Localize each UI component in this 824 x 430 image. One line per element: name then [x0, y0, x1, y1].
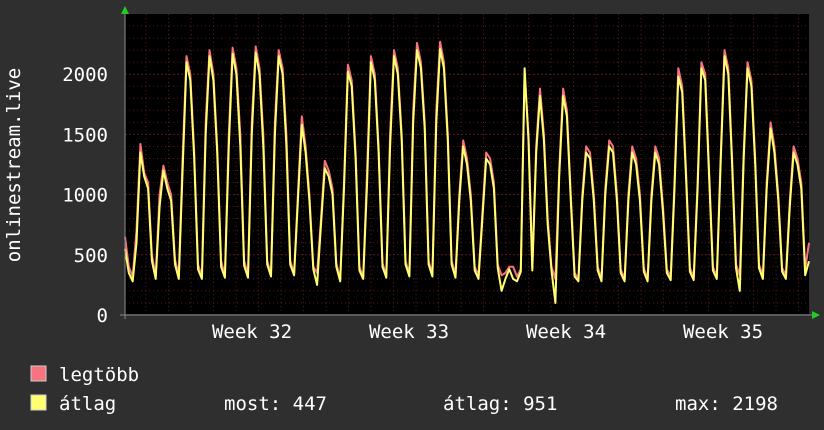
x-tick-label: Week 32 [212, 321, 292, 343]
x-tick-label: Week 35 [683, 321, 763, 343]
y-tick-label: 500 [74, 245, 108, 267]
chart-svg: 0500100015002000 Week 32 Week 33 Week 34 We… [3, 6, 820, 415]
chart-container: 0 500 1000 1500 2000 Week 32 Week 33 Week 34 We… [0, 0, 824, 430]
x-tick-label: Week 34 [526, 321, 606, 343]
y-axis-label: onlinestream.live [3, 68, 25, 262]
stat-max: max: 2198 [675, 393, 778, 415]
y-tick-label: 0 [97, 305, 108, 327]
legend-label-legtobb: legtöbb [59, 364, 139, 386]
legend-swatch-atlag [30, 394, 47, 411]
legend-label-atlag: átlag [59, 393, 116, 415]
x-axis-arrow-icon [812, 311, 820, 319]
y-axis-arrow-icon [121, 6, 129, 14]
y-tick-label: 2000 [62, 64, 108, 86]
x-tick-label: Week 33 [369, 321, 449, 343]
stat-avg: átlag: 951 [443, 393, 557, 415]
stat-now: most: 447 [224, 393, 327, 415]
legend-swatch-legtobb [30, 365, 47, 382]
y-tick-label: 1500 [62, 124, 108, 146]
y-ticks: 0 500 1000 1500 2000 [62, 64, 108, 327]
x-labels: Week 32 Week 33 Week 34 Week 35 [212, 321, 763, 343]
y-tick-label: 1000 [62, 185, 108, 207]
